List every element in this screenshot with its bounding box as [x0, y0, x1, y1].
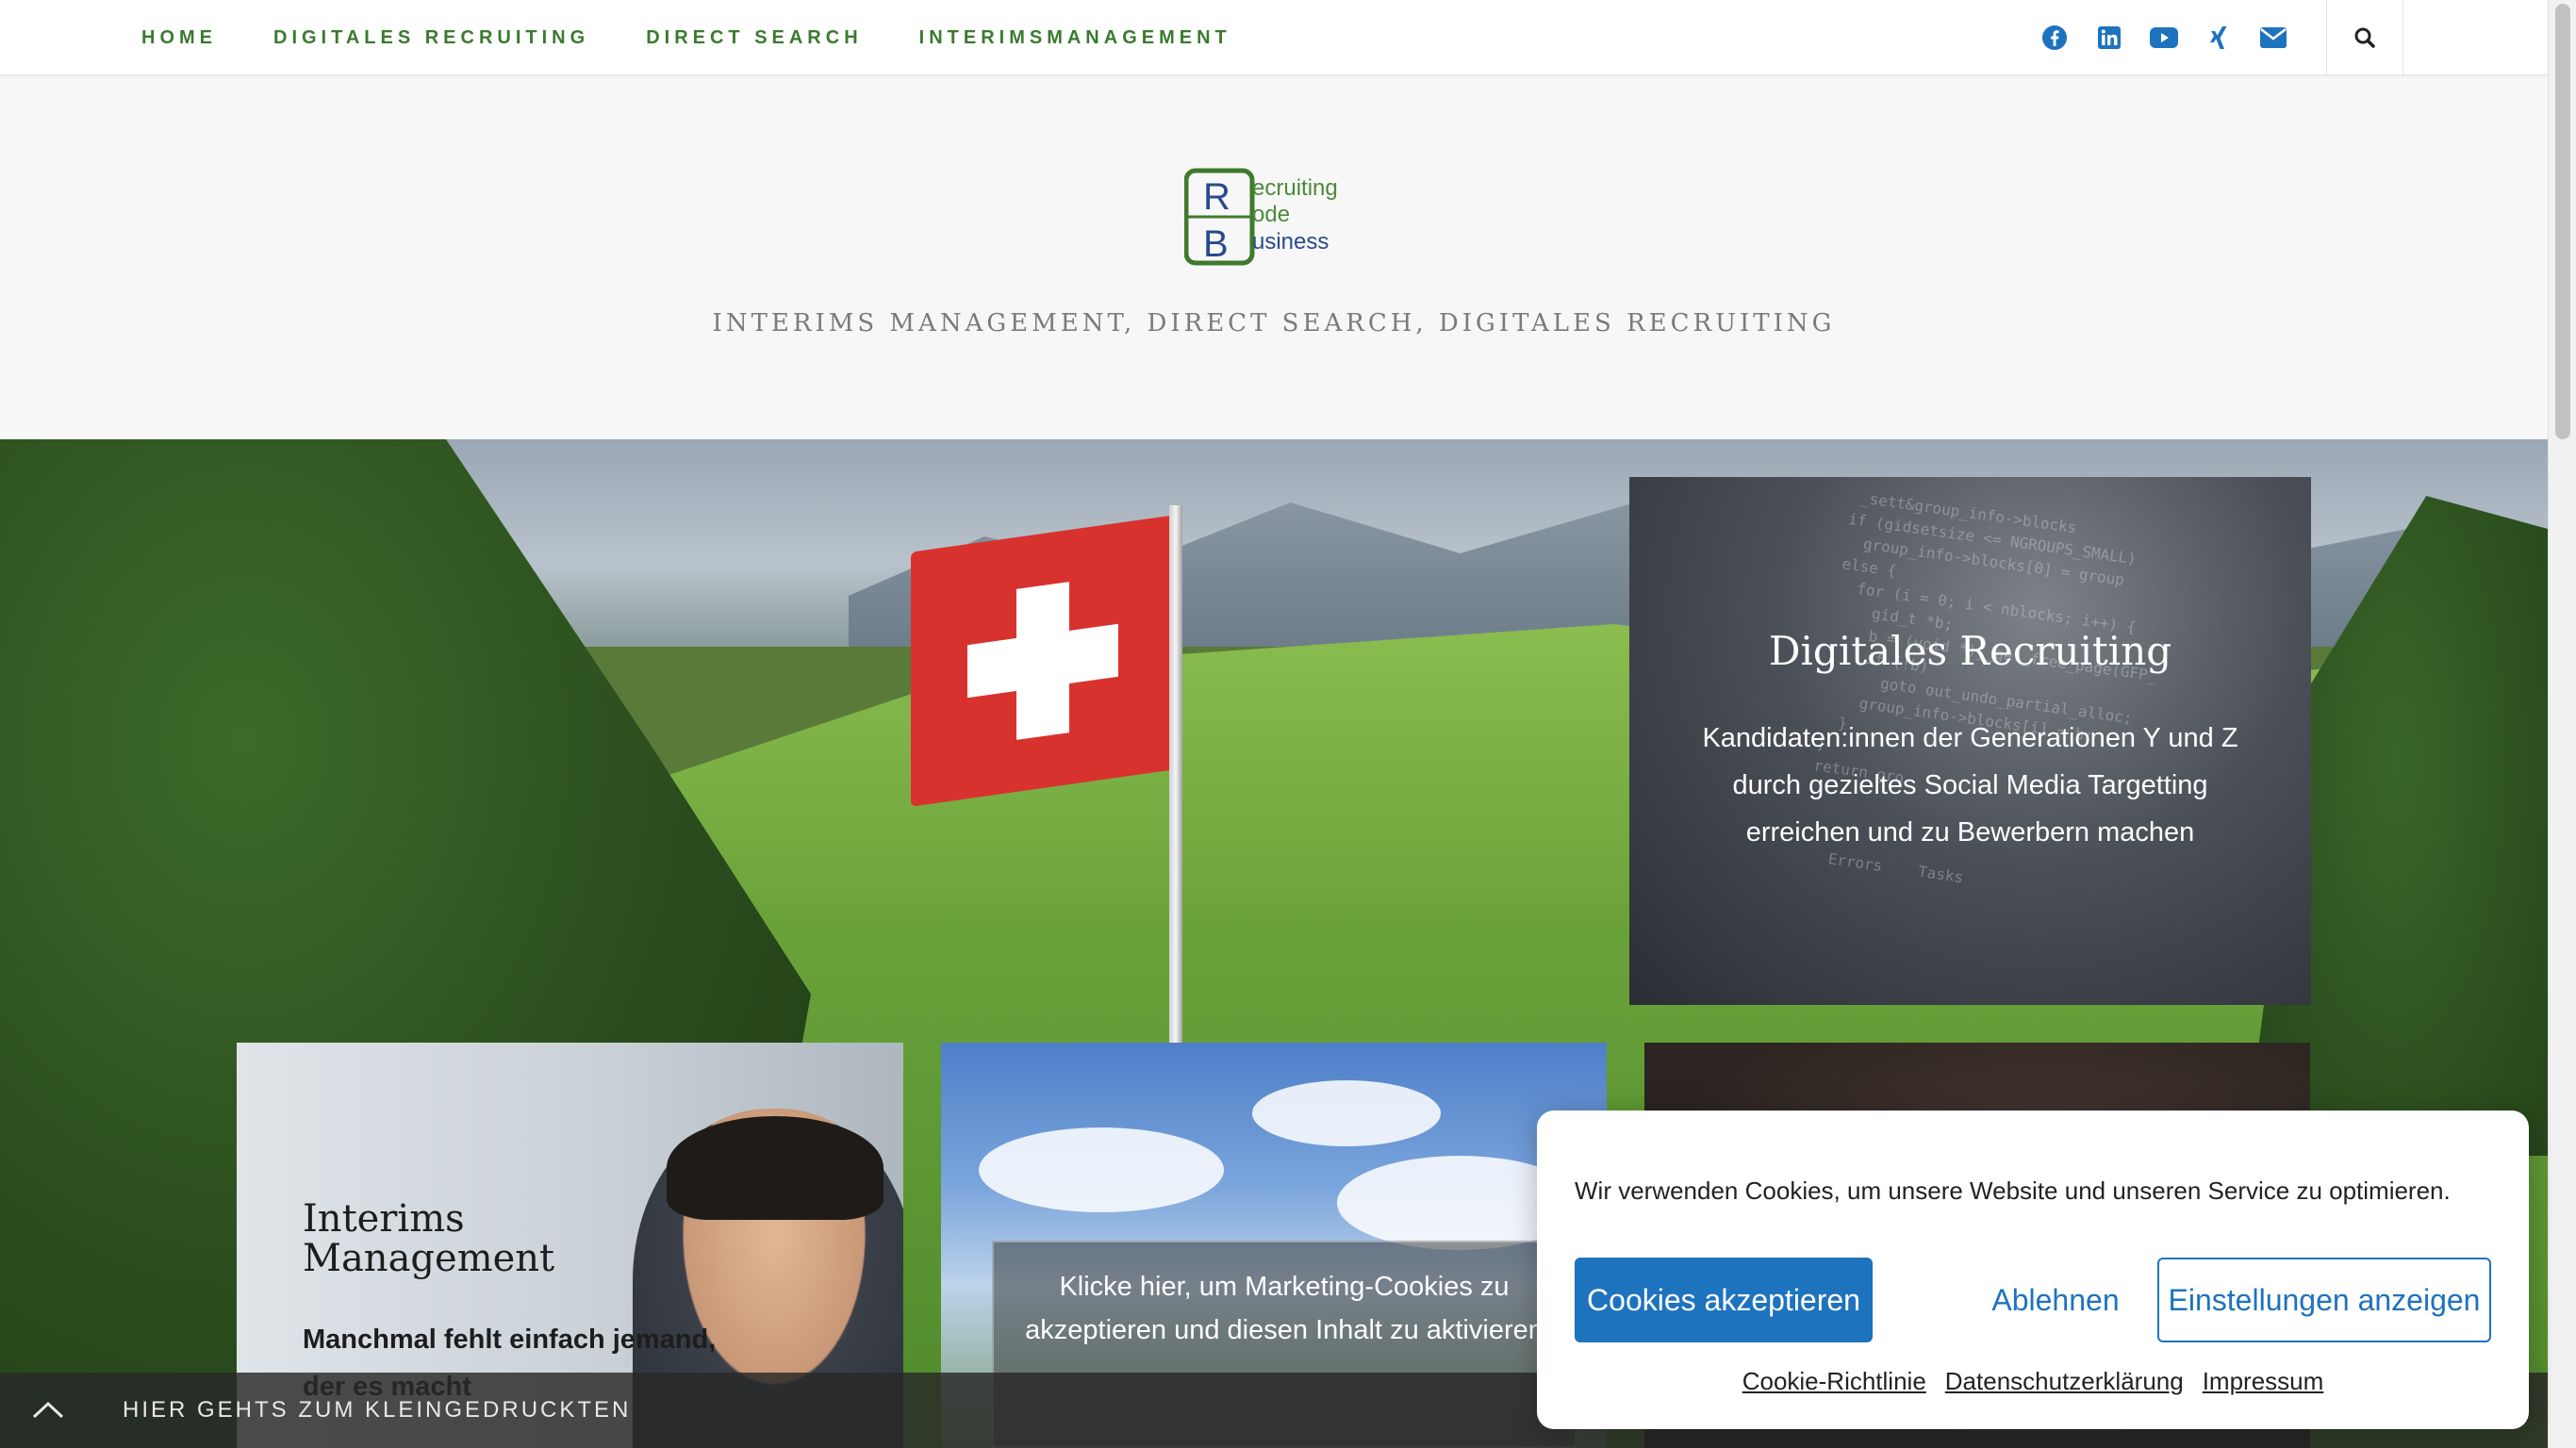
footer-toggle-label[interactable]: HIER GEHTS ZUM KLEINGEDRUCKTEN	[123, 1373, 631, 1448]
logo-line-2: ode	[1252, 202, 1290, 227]
card-text: Kandidaten:innen der Generationen Y und …	[1702, 723, 2238, 847]
scrollbar-thumb[interactable]	[2555, 4, 2570, 439]
imprint-link[interactable]: Impressum	[2203, 1367, 2324, 1396]
cookie-policy-link[interactable]: Cookie-Richtlinie	[1742, 1367, 1926, 1396]
logo-letter-b: B	[1203, 223, 1229, 265]
cookie-settings-button[interactable]: Einstellungen anzeigen	[2157, 1258, 2491, 1342]
cloud-shape	[979, 1127, 1224, 1212]
site-tagline: INTERIMS MANAGEMENT, DIRECT SEARCH, DIGI…	[712, 309, 1836, 337]
search-button[interactable]	[2326, 0, 2403, 75]
nav-item-home[interactable]: HOME	[141, 27, 217, 49]
xing-icon[interactable]	[2204, 24, 2233, 52]
cookie-message: Wir verwenden Cookies, um unsere Website…	[1575, 1176, 2451, 1205]
cookie-consent-banner: Wir verwenden Cookies, um unsere Website…	[1537, 1111, 2529, 1429]
portrait-hair	[667, 1116, 883, 1220]
placeholder-text[interactable]: Klicke hier, um Marketing-Cookies zu akz…	[994, 1265, 1575, 1352]
logo-line-1: ecruiting	[1252, 175, 1338, 201]
main-menu: HOME DIGITALES RECRUITING DIRECT SEARCH …	[141, 0, 1231, 75]
search-icon	[2354, 27, 2375, 48]
nav-item-direct-search[interactable]: DIRECT SEARCH	[646, 27, 862, 49]
accept-cookies-button[interactable]: Cookies akzeptieren	[1575, 1258, 1873, 1342]
chevron-up-icon[interactable]	[26, 1388, 70, 1431]
cloud-shape	[1252, 1080, 1441, 1146]
top-navigation: HOME DIGITALES RECRUITING DIRECT SEARCH …	[0, 0, 2548, 75]
linkedin-icon[interactable]	[2095, 24, 2123, 52]
card-title: Digitales Recruiting	[1768, 628, 2172, 674]
social-links	[2040, 0, 2287, 75]
card-title: Interims Management	[303, 1197, 555, 1280]
youtube-icon[interactable]	[2150, 24, 2178, 52]
facebook-icon[interactable]	[2040, 24, 2069, 52]
envelope-icon[interactable]	[2259, 24, 2287, 52]
logo-letter-r: R	[1203, 176, 1230, 218]
page-scrollbar[interactable]	[2548, 0, 2576, 1448]
cookie-links: Cookie-Richtlinie Datenschutzerklärung I…	[1537, 1367, 2529, 1396]
nav-item-digitales-recruiting[interactable]: DIGITALES RECRUITING	[273, 27, 589, 49]
card-digitales-recruiting[interactable]: _sett&group_info->blocks if (gidsetsize …	[1629, 477, 2311, 1005]
logo-line-3: usiness	[1252, 229, 1329, 255]
nav-item-interimsmanagement[interactable]: INTERIMSMANAGEMENT	[919, 27, 1231, 49]
privacy-policy-link[interactable]: Datenschutzerklärung	[1945, 1367, 2184, 1396]
swiss-flag	[911, 515, 1175, 807]
site-logo[interactable]: R B ecruiting ode usiness	[1183, 168, 1365, 268]
